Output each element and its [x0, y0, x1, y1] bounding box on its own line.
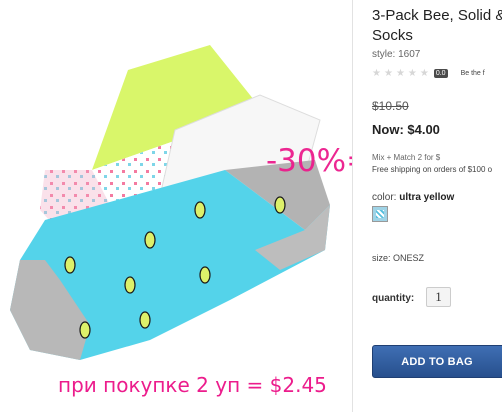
column-divider [352, 0, 353, 412]
color-label: color: ultra yellow [372, 192, 454, 203]
product-info-panel: 3-Pack Bee, Solid & Socks style: 1607 ★ … [372, 0, 502, 412]
discount-annotation: -30%=$2.80 [266, 143, 352, 179]
star-icon: ★ [419, 68, 429, 79]
quantity-input[interactable]: 1 [426, 287, 451, 307]
style-number: style: 1607 [372, 49, 421, 60]
size-label: size: ONESZ [372, 253, 425, 263]
bulk-price-caption: при покупке 2 уп = $2.45 [58, 373, 327, 397]
star-icon: ★ [383, 68, 393, 79]
promo-free-shipping[interactable]: Free shipping on orders of $100 o [372, 165, 492, 174]
product-title-line2: Socks [372, 27, 413, 44]
promo-mix-match[interactable]: Mix + Match 2 for $ [372, 153, 440, 162]
product-image: -30%=$2.80 при покупке 2 уп = $2.45 [0, 0, 352, 412]
original-price: $10.50 [372, 99, 409, 113]
star-icon: ★ [372, 68, 381, 79]
star-icon: ★ [395, 68, 405, 79]
rating-row[interactable]: ★ ★ ★ ★ ★ 0.0 Be the f [372, 68, 485, 79]
be-first-review-link[interactable]: Be the f [461, 70, 485, 77]
add-to-bag-button[interactable]: ADD TO BAG [372, 345, 502, 378]
product-title: 3-Pack Bee, Solid & Socks [372, 6, 502, 46]
rating-badge: 0.0 [433, 69, 448, 78]
sale-price: Now: $4.00 [372, 122, 440, 137]
color-swatch[interactable] [372, 206, 388, 222]
star-icon: ★ [407, 68, 417, 79]
color-value: ultra yellow [399, 192, 455, 203]
quantity-label: quantity: [372, 293, 415, 304]
product-title-line1: 3-Pack Bee, Solid & [372, 7, 502, 24]
color-label-text: color: [372, 192, 397, 203]
